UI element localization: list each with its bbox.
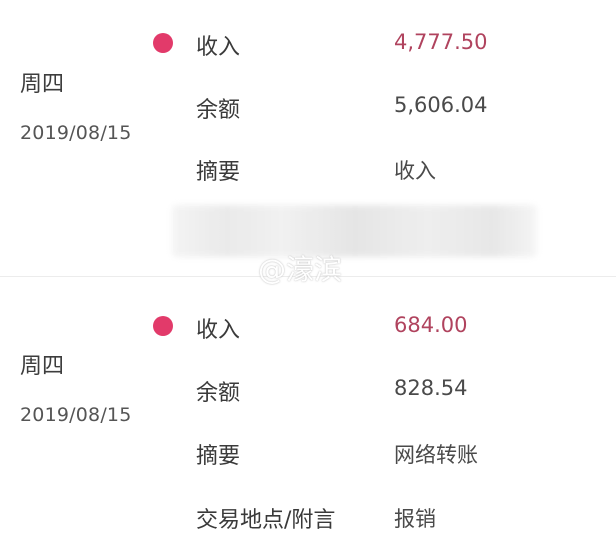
transaction-item-2[interactable]: 周四 2019/08/15 收入 684.00 余额 828.54 摘要 网络转… [0,278,616,546]
summary-label: 摘要 [196,444,241,469]
income-amount: 4,777.50 [394,30,488,54]
balance-value: 828.54 [394,376,468,400]
income-label: 收入 [196,318,241,343]
date-label: 2019/08/15 [20,122,132,144]
summary-value: 网络转账 [394,443,478,467]
income-dot-icon [153,316,173,336]
location-note-label: 交易地点/附言 [196,508,336,533]
location-note-value: 报销 [394,507,436,531]
income-dot-icon [153,33,173,53]
date-label: 2019/08/15 [20,404,132,426]
summary-label: 摘要 [196,160,241,185]
weekday-label: 周四 [20,354,65,379]
weekday-label: 周四 [20,72,65,97]
transaction-item-1[interactable]: 周四 2019/08/15 收入 4,777.50 余额 5,606.04 摘要… [0,0,616,277]
balance-label: 余额 [196,381,241,406]
income-amount: 684.00 [394,313,468,337]
balance-value: 5,606.04 [394,93,488,117]
redacted-blur [172,205,537,257]
balance-label: 余额 [196,98,241,123]
income-label: 收入 [196,35,241,60]
summary-value: 收入 [394,159,436,183]
